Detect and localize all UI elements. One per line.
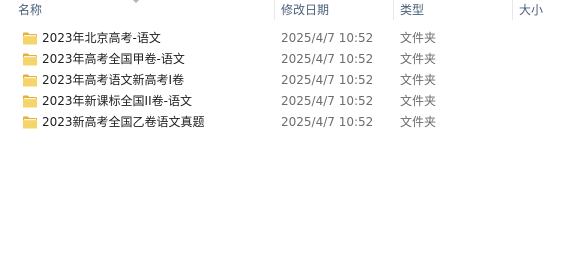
file-name: 2023新高考全国乙卷语文真题	[42, 115, 205, 129]
folder-icon	[23, 74, 37, 87]
file-row[interactable]: 2023年高考全国甲卷-语文 2025/4/7 10:52 文件夹	[0, 49, 561, 70]
column-header-bar: 名称 修改日期 类型 大小	[0, 0, 561, 20]
file-name: 2023年高考语文新高考I卷	[42, 73, 185, 87]
file-date-modified: 2025/4/7 10:52	[281, 94, 374, 108]
column-header-name[interactable]: 名称	[0, 0, 274, 20]
file-type: 文件夹	[400, 52, 437, 66]
column-header-type[interactable]: 类型	[394, 0, 512, 20]
file-row[interactable]: 2023新高考全国乙卷语文真题 2025/4/7 10:52 文件夹	[0, 112, 561, 133]
file-type: 文件夹	[400, 115, 437, 129]
file-row[interactable]: 2023年高考语文新高考I卷 2025/4/7 10:52 文件夹	[0, 70, 561, 91]
file-name: 2023年北京高考-语文	[42, 31, 161, 45]
file-type: 文件夹	[400, 31, 437, 45]
column-header-date-modified[interactable]: 修改日期	[275, 0, 393, 20]
folder-icon	[23, 32, 37, 45]
file-date-modified: 2025/4/7 10:52	[281, 31, 374, 45]
file-date-modified: 2025/4/7 10:52	[281, 52, 374, 66]
file-row[interactable]: 2023年北京高考-语文 2025/4/7 10:52 文件夹	[0, 28, 561, 49]
file-list: 2023年北京高考-语文 2025/4/7 10:52 文件夹 2023年高考全…	[0, 28, 561, 133]
folder-icon	[23, 116, 37, 129]
file-date-modified: 2025/4/7 10:52	[281, 73, 374, 87]
folder-icon	[23, 53, 37, 66]
folder-icon	[23, 95, 37, 108]
file-row[interactable]: 2023年新课标全国II卷-语文 2025/4/7 10:52 文件夹	[0, 91, 561, 112]
file-explorer-view: 名称 修改日期 类型 大小 2023年北京高考-语文 2025/4/7 10:5…	[0, 0, 561, 277]
file-type: 文件夹	[400, 73, 437, 87]
column-header-size[interactable]: 大小	[513, 0, 561, 20]
file-name: 2023年高考全国甲卷-语文	[42, 52, 185, 66]
file-date-modified: 2025/4/7 10:52	[281, 115, 374, 129]
file-name: 2023年新课标全国II卷-语文	[42, 94, 192, 108]
file-type: 文件夹	[400, 94, 437, 108]
